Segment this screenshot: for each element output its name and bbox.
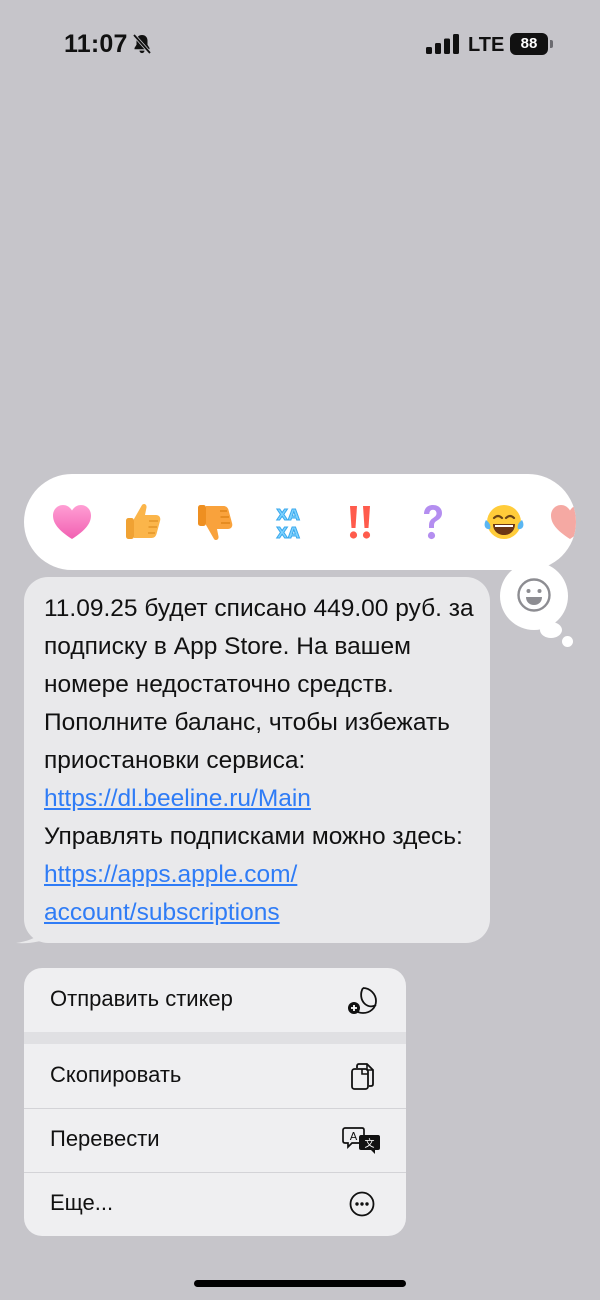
smiley-add-icon[interactable] [516,577,552,613]
svg-text:文: 文 [365,1137,375,1150]
double-exclamation-icon[interactable] [336,498,384,546]
beeline-link[interactable]: https://dl.beeline.ru/Main [44,785,311,812]
ellipsis-circle-icon [349,1191,375,1217]
status-bar: 11:07 LTE 88 [0,0,600,90]
menu-label-more: Еще... [50,1190,114,1215]
svg-text:ХА: ХА [276,524,300,542]
thumbs-up-icon[interactable] [120,498,168,546]
message-text: 11.09.25 будет списано 449.00 руб. за по… [44,590,484,932]
menu-item-copy[interactable]: Скопировать [24,1044,406,1108]
message-text-part-1: 11.09.25 будет списано 449.00 руб. за по… [44,595,474,774]
question-icon[interactable] [408,498,456,546]
menu-item-more[interactable]: Еще... [24,1172,406,1236]
battery-icon: 88 [510,33,554,55]
message-text-part-2: Управлять подписками можно здесь: [44,823,463,850]
context-menu: Отправить стикер Скопировать Перевести A… [24,968,406,1236]
menu-label-copy: Скопировать [50,1062,182,1087]
bubble-tail-dot-small [562,636,573,647]
status-time: 11:07 [64,30,128,58]
battery-level: 88 [520,35,538,52]
heart-icon[interactable] [48,498,96,546]
menu-item-send-sticker[interactable]: Отправить стикер [24,968,406,1032]
sticker-add-icon [348,987,377,1014]
partial-heart-icon[interactable] [546,498,576,546]
svg-text:A: A [350,1130,358,1143]
bubble-tail-dot [540,622,562,638]
menu-label-send-sticker: Отправить стикер [50,986,233,1011]
tears-of-joy-icon[interactable] [480,498,528,546]
menu-item-translate[interactable]: Перевести A 文 [24,1108,406,1172]
svg-text:ХА: ХА [276,506,300,524]
copy-icon [351,1063,374,1090]
network-type: LTE [468,34,505,56]
menu-section-gap [24,1032,406,1044]
bell-slash-icon [132,33,152,55]
signal-icon [426,34,459,54]
thumbs-down-icon[interactable] [192,498,240,546]
menu-label-translate: Перевести [50,1126,160,1151]
apple-subscriptions-link[interactable]: https://apps.apple.com/ account/subscrip… [44,861,297,926]
home-indicator[interactable] [194,1280,406,1287]
haha-icon[interactable]: ХА ХА [264,498,312,546]
translate-icon: A 文 [342,1127,380,1154]
reactions-bar: ХА ХА [24,474,576,570]
